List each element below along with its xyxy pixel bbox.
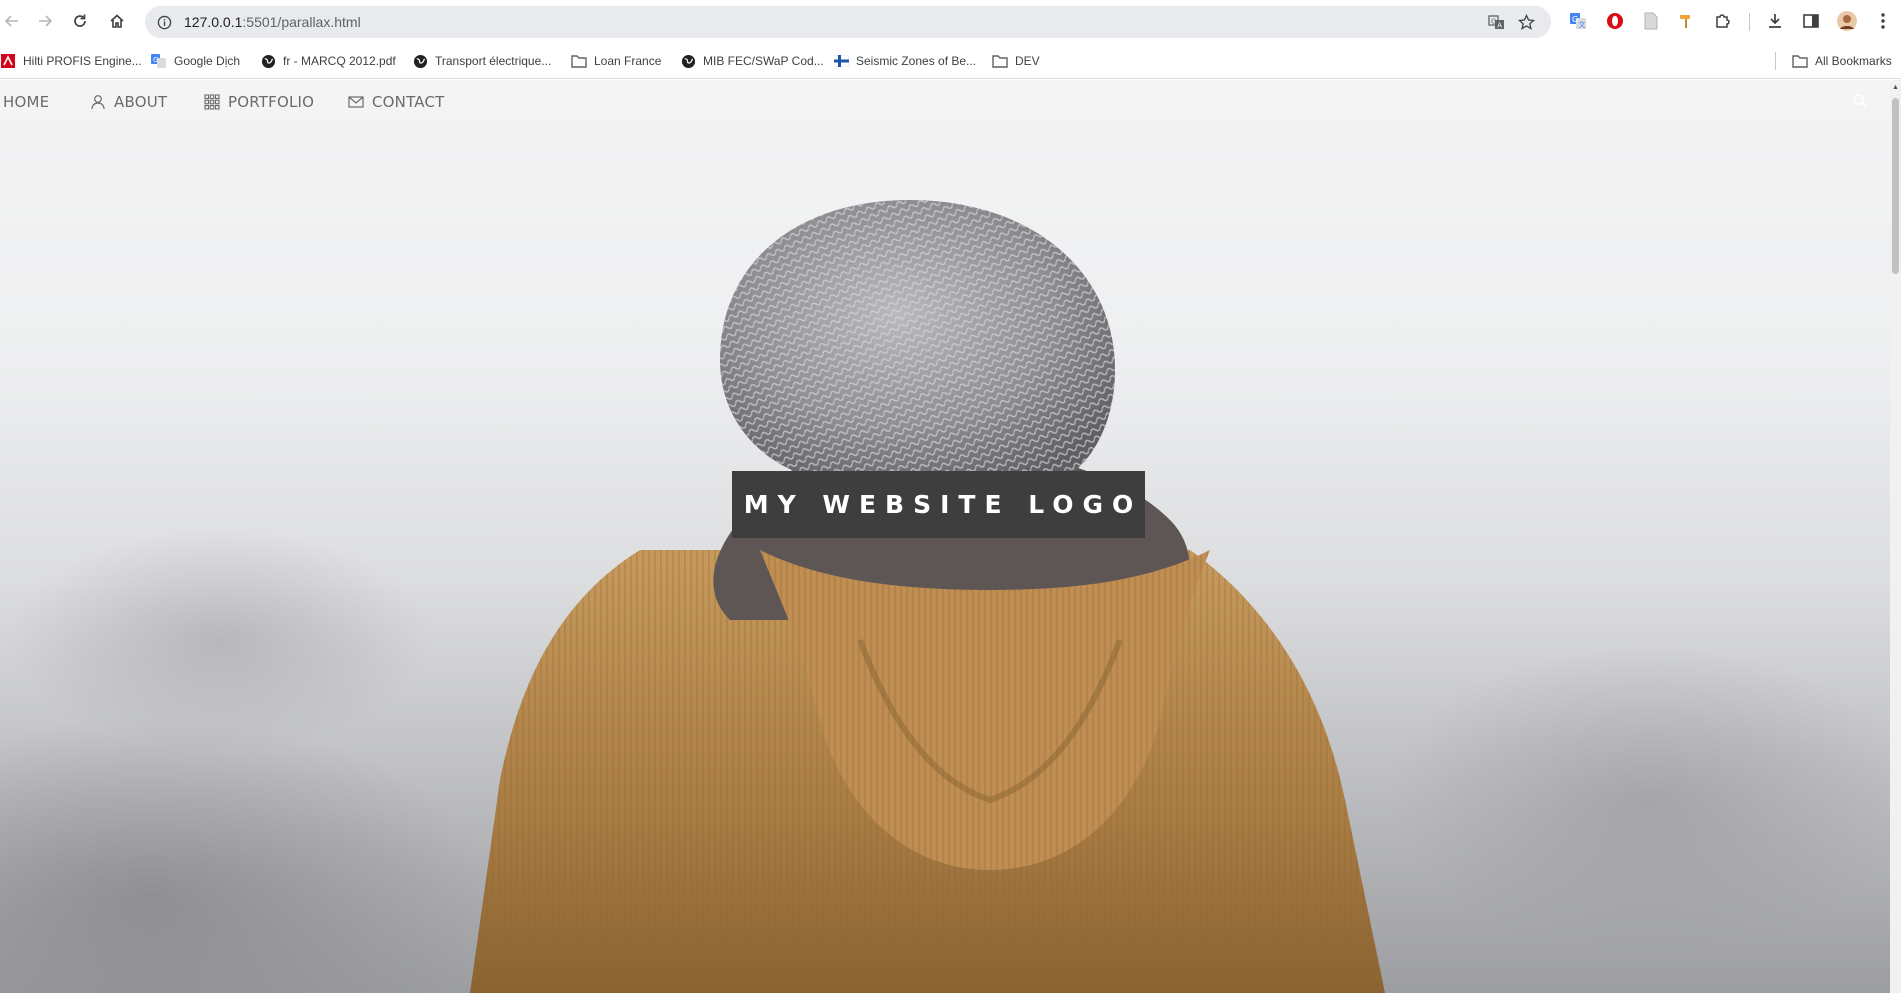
bookmark-item[interactable]: MIB FEC/SWaP Cod...	[680, 51, 824, 71]
opera-extension-icon[interactable]	[1604, 10, 1626, 32]
hero-section: HOME ABOUT PORTFOLIO CONTACT MY WEBSITE …	[0, 80, 1890, 993]
browser-toolbar: 127.0.0.1:5501/parallax.html GA G文	[0, 0, 1901, 43]
bookmark-label: Transport électrique...	[435, 54, 552, 68]
google-translate-icon: G	[151, 53, 167, 69]
url-text: 127.0.0.1:5501/parallax.html	[184, 14, 361, 30]
profile-avatar[interactable]	[1836, 10, 1858, 32]
back-button[interactable]	[0, 9, 24, 33]
all-bookmarks-button[interactable]: All Bookmarks	[1792, 51, 1892, 71]
site-info-icon[interactable]	[153, 11, 175, 33]
arrow-right-icon	[39, 15, 53, 27]
bookmark-label: fr - MARCQ 2012.pdf	[283, 54, 396, 68]
side-panel-icon[interactable]	[1800, 10, 1822, 32]
arrow-left-icon	[4, 15, 18, 27]
paint-extension-icon[interactable]	[1676, 10, 1698, 32]
bookmark-item[interactable]: G Google Dịch	[151, 51, 240, 71]
scrollbar-thumb[interactable]	[1892, 98, 1899, 274]
more-menu-icon[interactable]	[1872, 10, 1894, 32]
google-translate-extension-icon[interactable]: G文	[1567, 10, 1589, 32]
user-icon	[90, 94, 106, 110]
bookmark-item[interactable]: Seismic Zones of Be...	[833, 51, 976, 71]
nav-label: PORTFOLIO	[228, 93, 315, 111]
folder-icon	[1792, 53, 1808, 69]
url-path: :5501/parallax.html	[242, 14, 361, 30]
document-extension-icon[interactable]	[1640, 10, 1662, 32]
globe-icon	[412, 53, 428, 69]
bookmark-label: Seismic Zones of Be...	[856, 54, 977, 68]
page-scrollbar[interactable]: ▲	[1890, 80, 1901, 993]
scroll-up-icon[interactable]: ▲	[1890, 80, 1901, 94]
bookmarks-separator	[1775, 52, 1776, 70]
bookmark-item[interactable]: Loan France	[571, 51, 661, 71]
nav-about-link[interactable]: ABOUT	[90, 92, 167, 112]
nav-contact-link[interactable]: CONTACT	[348, 92, 445, 112]
bookmark-star-icon[interactable]	[1515, 11, 1537, 33]
downloads-icon[interactable]	[1764, 10, 1786, 32]
bookmark-label: Loan France	[594, 54, 662, 68]
bookmark-item[interactable]: DEV	[992, 51, 1040, 71]
nav-label: ABOUT	[114, 93, 168, 111]
bookmark-label: MIB FEC/SWaP Cod...	[703, 54, 824, 68]
home-button[interactable]	[105, 9, 129, 33]
nav-label: CONTACT	[372, 93, 445, 111]
bookmark-item[interactable]: fr - MARCQ 2012.pdf	[260, 51, 396, 71]
forward-button[interactable]	[33, 9, 57, 33]
bookmark-label: Hilti PROFIS Engine...	[23, 54, 142, 68]
svg-text:G: G	[1491, 17, 1496, 25]
bookmark-item[interactable]: Hilti PROFIS Engine...	[0, 51, 142, 71]
globe-icon	[680, 53, 696, 69]
globe-icon	[260, 53, 276, 69]
home-icon	[110, 14, 124, 28]
site-logo: MY WEBSITE LOGO	[732, 471, 1145, 538]
bookmark-item[interactable]: Transport électrique...	[412, 51, 551, 71]
translate-icon[interactable]: GA	[1485, 11, 1507, 33]
svg-text:G: G	[153, 56, 158, 64]
svg-text:文: 文	[1579, 20, 1586, 29]
reload-button[interactable]	[68, 9, 92, 33]
extensions-puzzle-icon[interactable]	[1712, 10, 1734, 32]
flag-icon	[833, 53, 849, 69]
toolbar-separator	[1749, 13, 1750, 31]
nav-label: HOME	[3, 93, 50, 111]
search-icon[interactable]	[1850, 91, 1870, 111]
site-navbar: HOME ABOUT PORTFOLIO CONTACT	[0, 80, 1890, 122]
envelope-icon	[348, 94, 364, 110]
nav-home-link[interactable]: HOME	[3, 92, 49, 112]
grid-icon	[204, 94, 220, 110]
nav-portfolio-link[interactable]: PORTFOLIO	[204, 92, 314, 112]
logo-text: MY WEBSITE LOGO	[743, 490, 1143, 519]
reload-icon	[74, 14, 86, 27]
url-host: 127.0.0.1	[184, 14, 243, 30]
all-bookmarks-label: All Bookmarks	[1815, 54, 1892, 68]
hilti-icon	[0, 53, 16, 69]
bookmark-label: DEV	[1015, 54, 1040, 68]
page-viewport: HOME ABOUT PORTFOLIO CONTACT MY WEBSITE …	[0, 80, 1901, 993]
svg-text:A: A	[1497, 21, 1502, 29]
svg-text:G: G	[1572, 15, 1578, 24]
folder-icon	[571, 53, 587, 69]
bookmarks-bar: Hilti PROFIS Engine... G Google Dịch fr …	[0, 43, 1901, 79]
folder-icon	[992, 53, 1008, 69]
address-bar[interactable]: 127.0.0.1:5501/parallax.html GA	[145, 6, 1551, 38]
bookmark-label: Google Dịch	[174, 54, 241, 68]
